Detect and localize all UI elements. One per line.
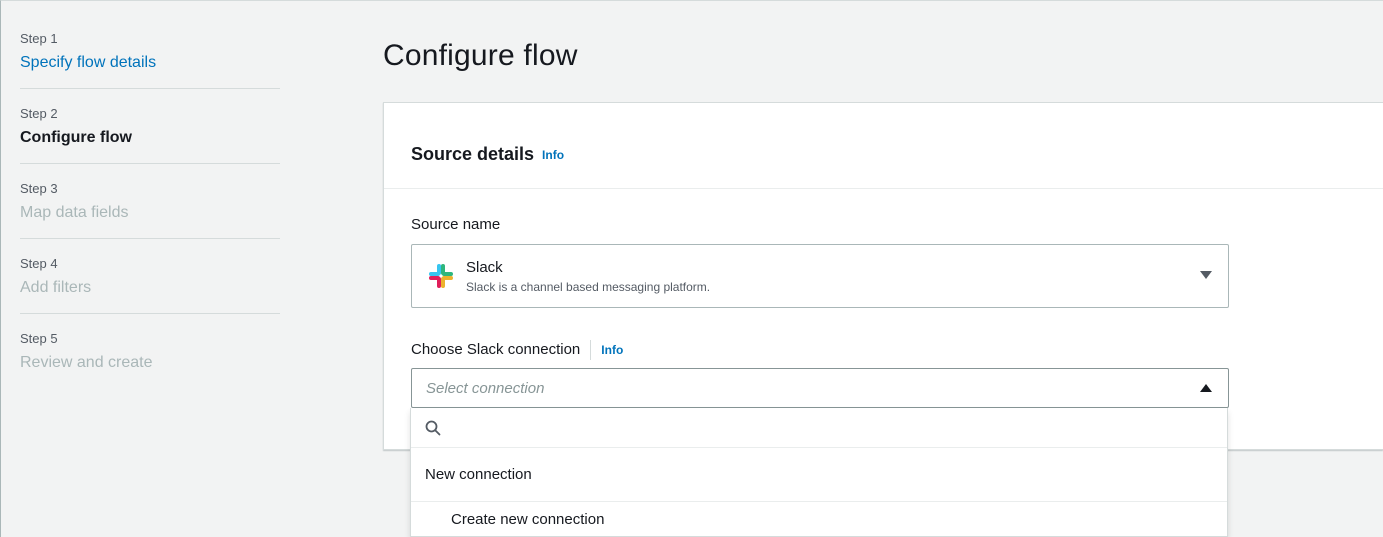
step-2: Step 2 Configure flow: [20, 88, 280, 163]
step-number: Step 1: [20, 31, 58, 46]
step-number: Step 2: [20, 106, 58, 121]
step-title-add-filters: Add filters: [20, 279, 92, 296]
connection-placeholder: Select connection: [426, 379, 545, 397]
step-number: Step 3: [20, 181, 58, 196]
slack-logo-icon: [429, 264, 453, 288]
step-number: Step 4: [20, 256, 58, 271]
info-link[interactable]: Info: [542, 148, 564, 162]
step-1[interactable]: Step 1 Specify flow details: [20, 30, 280, 88]
container-header: Source details Info: [384, 103, 1383, 189]
search-icon: [425, 420, 441, 435]
step-number: Step 5: [20, 331, 58, 346]
connection-info-link[interactable]: Info: [601, 343, 623, 357]
caret-down-icon: [1200, 271, 1212, 279]
connection-label: Choose Slack connection: [411, 341, 581, 358]
source-option-description: Slack is a channel based messaging platf…: [466, 279, 711, 294]
source-details-container: Source details Info Source name Slack Sl…: [383, 102, 1383, 450]
section-heading: Source details: [411, 143, 535, 164]
connection-select[interactable]: Select connection: [411, 368, 1229, 408]
source-option-name: Slack: [466, 258, 503, 276]
label-divider: [590, 340, 592, 361]
wizard-steps: Step 1 Specify flow details Step 2 Confi…: [20, 30, 280, 388]
create-new-connection-option[interactable]: Create new connection: [411, 502, 1227, 536]
connection-label-row: Choose Slack connection Info: [411, 340, 623, 361]
step-title-map-data-fields: Map data fields: [20, 204, 129, 221]
source-text: Slack Slack is a channel based messaging…: [466, 258, 710, 295]
step-4: Step 4 Add filters: [20, 238, 280, 313]
step-title-current: Configure flow: [20, 129, 132, 146]
step-3: Step 3 Map data fields: [20, 163, 280, 238]
dropdown-group-label: New connection: [411, 448, 1227, 502]
connection-dropdown: New connection Create new connection: [410, 408, 1228, 537]
step-link-specify-flow-details[interactable]: Specify flow details: [20, 52, 280, 74]
source-name-label: Source name: [411, 216, 501, 233]
source-name-select[interactable]: Slack Slack is a channel based messaging…: [411, 244, 1229, 308]
step-title-review-and-create: Review and create: [20, 354, 153, 371]
step-5: Step 5 Review and create: [20, 313, 280, 388]
page-title: Configure flow: [383, 39, 578, 72]
dropdown-search-input[interactable]: [411, 408, 1227, 448]
caret-up-icon: [1200, 384, 1212, 392]
